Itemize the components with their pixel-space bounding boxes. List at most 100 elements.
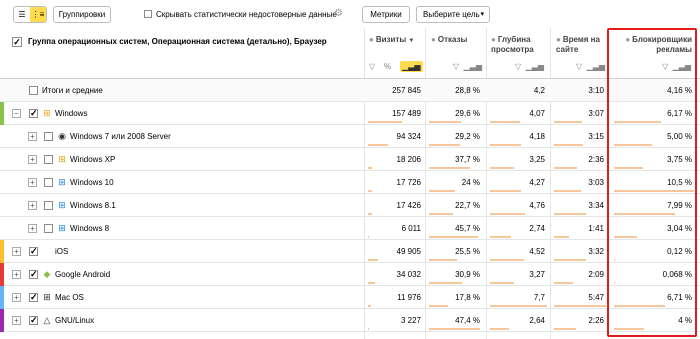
expand-icon[interactable]: +: [12, 316, 21, 325]
table-row[interactable]: + ⊞ Windows 10 17 726 24 % 4,27 3:03 10,5 %: [0, 171, 700, 194]
time-controls: ▽ ▁▃▅: [576, 62, 605, 71]
adblock-bar: [614, 328, 644, 330]
time-value: 2:26: [588, 316, 604, 325]
adblock-value: 5,00 %: [667, 132, 692, 141]
groupings-button[interactable]: Группировки: [53, 6, 111, 23]
expand-icon[interactable]: +: [28, 224, 37, 233]
view-switcher: ☰ ⋮≡: [13, 6, 47, 23]
goal-select[interactable]: Выберите цель ▾: [416, 6, 490, 23]
depth-value: 3,27: [529, 270, 545, 279]
depth-bar: [490, 236, 511, 238]
table-row[interactable]: + ⊞ Windows 8.1 17 426 22,7 % 4,76 3:34 7,99 %: [0, 194, 700, 217]
visits-value: 11 976: [397, 293, 421, 302]
expand-icon[interactable]: +: [12, 293, 21, 302]
row-name: Windows: [55, 109, 88, 118]
time-bar: [554, 305, 606, 307]
column-adblock[interactable]: ● Блокировщики рекламы: [616, 35, 692, 55]
bar-chart-icon[interactable]: ▁▃▅: [526, 62, 544, 71]
time-bar: [554, 259, 586, 261]
tree-view-icon[interactable]: ⋮≡: [30, 7, 46, 22]
expand-icon[interactable]: +: [28, 178, 37, 187]
expand-icon[interactable]: +: [28, 132, 37, 141]
goal-select-label: Выберите цель: [423, 10, 480, 19]
percent-toggle[interactable]: %: [384, 62, 391, 71]
visits-bar: [368, 190, 372, 192]
bounce-value: 24 %: [461, 178, 480, 187]
adblock-value: 7,99 %: [667, 201, 692, 210]
row-checkbox[interactable]: ✓: [29, 293, 38, 302]
table-row[interactable]: + ⊞ Windows XP 18 206 37,7 % 3,25 2:36 3,75 %: [0, 148, 700, 171]
apple-icon: [42, 246, 52, 256]
row-checkbox[interactable]: ✓: [29, 247, 38, 256]
filter-icon[interactable]: ▽: [369, 62, 375, 71]
visits-bar: [368, 305, 371, 307]
column-visits[interactable]: ● Визиты ▼: [369, 35, 414, 46]
depth-value: 7,7: [533, 293, 545, 302]
expand-icon[interactable]: +: [28, 201, 37, 210]
gear-icon[interactable]: ⚙: [334, 8, 343, 19]
column-bounce[interactable]: ● Отказы: [431, 35, 467, 45]
bounce-bar: [429, 190, 455, 192]
list-view-icon[interactable]: ☰: [14, 7, 30, 22]
depth-bar: [490, 305, 547, 307]
row-checkbox[interactable]: ✓: [29, 316, 38, 325]
row-name: iOS: [55, 247, 69, 256]
visits-value: 34 032: [396, 270, 421, 279]
table-row[interactable]: + ✓ ◆ Google Android 34 032 30,9 % 3,27 2:09 0,0…: [0, 263, 700, 286]
table-row[interactable]: + ✓ ⊞ Mac OS 11 976 17,8 % 7,7 5:47 6,71 %: [0, 286, 700, 309]
expand-icon[interactable]: +: [12, 270, 21, 279]
table-row[interactable]: + ✓ iOS 49 905 25,5 % 4,52 3:32 0,12 %: [0, 240, 700, 263]
visits-bar: [368, 167, 372, 169]
adblock-value: 6,17 %: [667, 109, 692, 118]
row-checkbox[interactable]: [29, 86, 38, 95]
time-bar: [554, 190, 581, 192]
filter-icon[interactable]: ▽: [662, 62, 668, 71]
row-checkbox[interactable]: [44, 178, 53, 187]
row-checkbox[interactable]: [44, 201, 53, 210]
visits-value: 257 845: [392, 86, 421, 95]
hide-unreliable-checkbox[interactable]: [144, 10, 152, 18]
group-checkbox[interactable]: ✓: [12, 37, 22, 47]
expand-icon[interactable]: +: [28, 155, 37, 164]
group-color-marker: [0, 102, 4, 125]
column-time[interactable]: ● Время на сайте: [556, 35, 606, 55]
table-row[interactable]: + ◉ Windows 7 или 2008 Server 94 324 29,2 % 4…: [0, 125, 700, 148]
group-title: Группа операционных систем, Операционная…: [28, 37, 327, 46]
visits-value: 49 905: [396, 247, 421, 256]
row-checkbox[interactable]: [44, 155, 53, 164]
time-bar: [554, 167, 577, 169]
row-checkbox[interactable]: [44, 224, 53, 233]
table-row[interactable]: + ⊞ Windows 8 6 011 45,7 % 2,74 1:41 3,04 %: [0, 217, 700, 240]
bar-chart-icon[interactable]: ▁▃▅: [587, 62, 605, 71]
bar-chart-icon[interactable]: ▁▃▅: [673, 62, 691, 71]
time-value: 3:10: [588, 86, 604, 95]
visits-value: 157 489: [392, 109, 421, 118]
visits-bar: [368, 259, 378, 261]
collapse-icon[interactable]: −: [12, 109, 21, 118]
row-checkbox[interactable]: ✓: [29, 270, 38, 279]
row-name: Google Android: [55, 270, 111, 279]
bounce-value: 28,8 %: [455, 86, 480, 95]
totals-row[interactable]: Итоги и средние 257 845 28,8 % 4,2 3:10 4,16 …: [0, 79, 700, 102]
visits-bar: [368, 121, 402, 123]
row-checkbox[interactable]: ✓: [29, 109, 38, 118]
row-checkbox[interactable]: [44, 132, 53, 141]
bar-chart-icon[interactable]: ▁▃▅: [464, 62, 482, 71]
depth-bar: [490, 282, 514, 284]
windows-xp-icon: ⊞: [58, 154, 66, 164]
row-name: Windows 8: [70, 224, 110, 233]
row-name: Итоги и средние: [42, 86, 103, 95]
filter-icon[interactable]: ▽: [576, 62, 582, 71]
column-depth[interactable]: ● Глубина просмотра: [491, 35, 549, 55]
table-row[interactable]: + ✓ △ GNU/Linux 3 227 47,4 % 2,64 2:26 4 %: [0, 309, 700, 332]
filter-icon[interactable]: ▽: [515, 62, 521, 71]
expand-icon[interactable]: +: [12, 247, 21, 256]
info-icon: ●: [431, 35, 436, 44]
row-name: Mac OS: [55, 293, 84, 302]
table-row[interactable]: − ✓ ⊞ Windows 157 489 29,6 % 4,07 3:07 6,17 %: [0, 102, 700, 125]
metrics-button[interactable]: Метрики: [362, 6, 410, 23]
time-bar: [554, 236, 569, 238]
depth-value: 3,25: [529, 155, 545, 164]
filter-icon[interactable]: ▽: [453, 62, 459, 71]
bar-chart-icon[interactable]: ▁▃▅: [400, 61, 423, 72]
